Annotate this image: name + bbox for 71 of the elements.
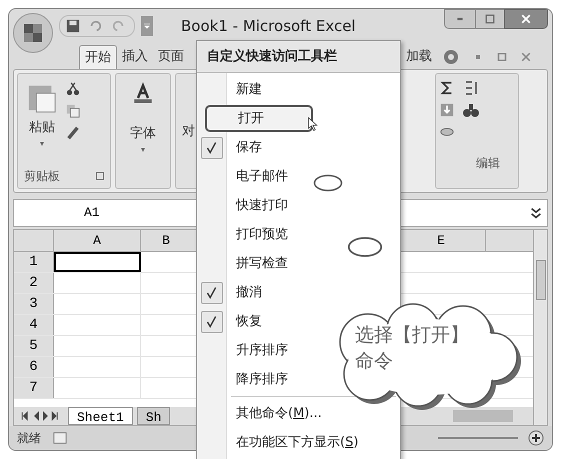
- close-icon: [521, 14, 531, 24]
- window-title: Book1 - Microsoft Excel: [181, 16, 356, 37]
- row-header[interactable]: 5: [14, 336, 54, 356]
- menu-item[interactable]: 新建: [236, 76, 262, 103]
- menu-item[interactable]: 保存: [236, 134, 262, 161]
- scissors-icon: [66, 82, 80, 96]
- callout-text: 选择【打开】命令: [355, 323, 470, 374]
- group-label: 编辑: [476, 155, 501, 172]
- thought-bubble-icon: [313, 174, 343, 192]
- ribbon-tab[interactable]: 页面: [153, 45, 189, 69]
- fill-icon: [440, 103, 454, 117]
- checkmark-icon: [201, 310, 223, 332]
- checkmark-icon: [201, 136, 223, 158]
- vertical-scrollbar[interactable]: [533, 230, 547, 425]
- restore-icon: [497, 53, 507, 61]
- menu-item[interactable]: 拼写检查: [236, 250, 288, 277]
- row-header[interactable]: 4: [14, 315, 54, 335]
- help-icon: [443, 49, 459, 65]
- column-header[interactable]: B: [141, 230, 191, 251]
- column-header[interactable]: A: [54, 230, 141, 251]
- dialog-launcher-icon: [96, 172, 104, 180]
- row-header[interactable]: 3: [14, 294, 54, 314]
- align-label: 对: [182, 123, 195, 141]
- checkmark-icon: [201, 282, 223, 304]
- expand-icon: [529, 206, 543, 220]
- menu-item[interactable]: 撤消: [236, 279, 262, 306]
- menu-item[interactable]: 在功能区下方显示(S): [236, 429, 358, 456]
- maximize-icon: [485, 14, 495, 24]
- sheet-tab[interactable]: Sh: [136, 407, 170, 425]
- maximize-button[interactable]: [476, 9, 504, 29]
- row-header[interactable]: 1: [14, 252, 54, 272]
- copy-icon: [66, 104, 80, 118]
- paste-button[interactable]: 粘贴: [24, 80, 60, 164]
- row-header[interactable]: 2: [14, 273, 54, 293]
- menu-item[interactable]: 其他命令(M)...: [236, 400, 322, 427]
- office-logo-icon: [21, 21, 45, 45]
- ribbon-tab[interactable]: 加载: [401, 45, 437, 69]
- zoom-in-icon: [528, 430, 544, 446]
- customize-toolbar-button[interactable]: [141, 16, 153, 36]
- binoculars-icon: [462, 102, 480, 118]
- caret-icon: [39, 142, 45, 146]
- menu-title: 自定义快速访问工具栏: [197, 41, 400, 73]
- macro-record-icon: [51, 431, 69, 445]
- ribbon-tab[interactable]: 开始: [79, 45, 117, 69]
- ribbon-tab[interactable]: 插入: [117, 45, 153, 69]
- menu-item[interactable]: 降序排序: [236, 366, 288, 393]
- menu-item[interactable]: 恢复: [236, 308, 262, 335]
- group-label: 剪贴板: [24, 168, 60, 185]
- office-button[interactable]: [13, 13, 53, 53]
- minimize-button[interactable]: [444, 9, 476, 29]
- close-icon: [521, 52, 531, 62]
- menu-item[interactable]: 打开: [205, 105, 313, 132]
- sheet-tab[interactable]: Sheet1: [68, 407, 133, 425]
- menu-item[interactable]: 快速打印: [236, 192, 288, 219]
- close-button[interactable]: [504, 9, 548, 29]
- minimize-icon: [473, 55, 483, 59]
- menu-item[interactable]: 升序排序: [236, 337, 288, 364]
- font-color-icon: [133, 82, 153, 104]
- caret-icon: [140, 148, 146, 152]
- brush-icon: [66, 126, 80, 140]
- status-text: 就绪: [17, 430, 41, 447]
- font-button[interactable]: 字体: [130, 124, 156, 144]
- sum-icon: [440, 81, 454, 95]
- menu-item[interactable]: 打印预览: [236, 221, 288, 248]
- menu-item[interactable]: 电子邮件: [236, 163, 288, 190]
- table-cell[interactable]: [54, 252, 141, 272]
- row-header[interactable]: 7: [14, 378, 54, 398]
- row-header[interactable]: 6: [14, 357, 54, 377]
- horizontal-scrollbar[interactable]: [453, 410, 513, 422]
- dropdown-arrow-icon: [143, 22, 151, 30]
- save-icon: [66, 19, 80, 33]
